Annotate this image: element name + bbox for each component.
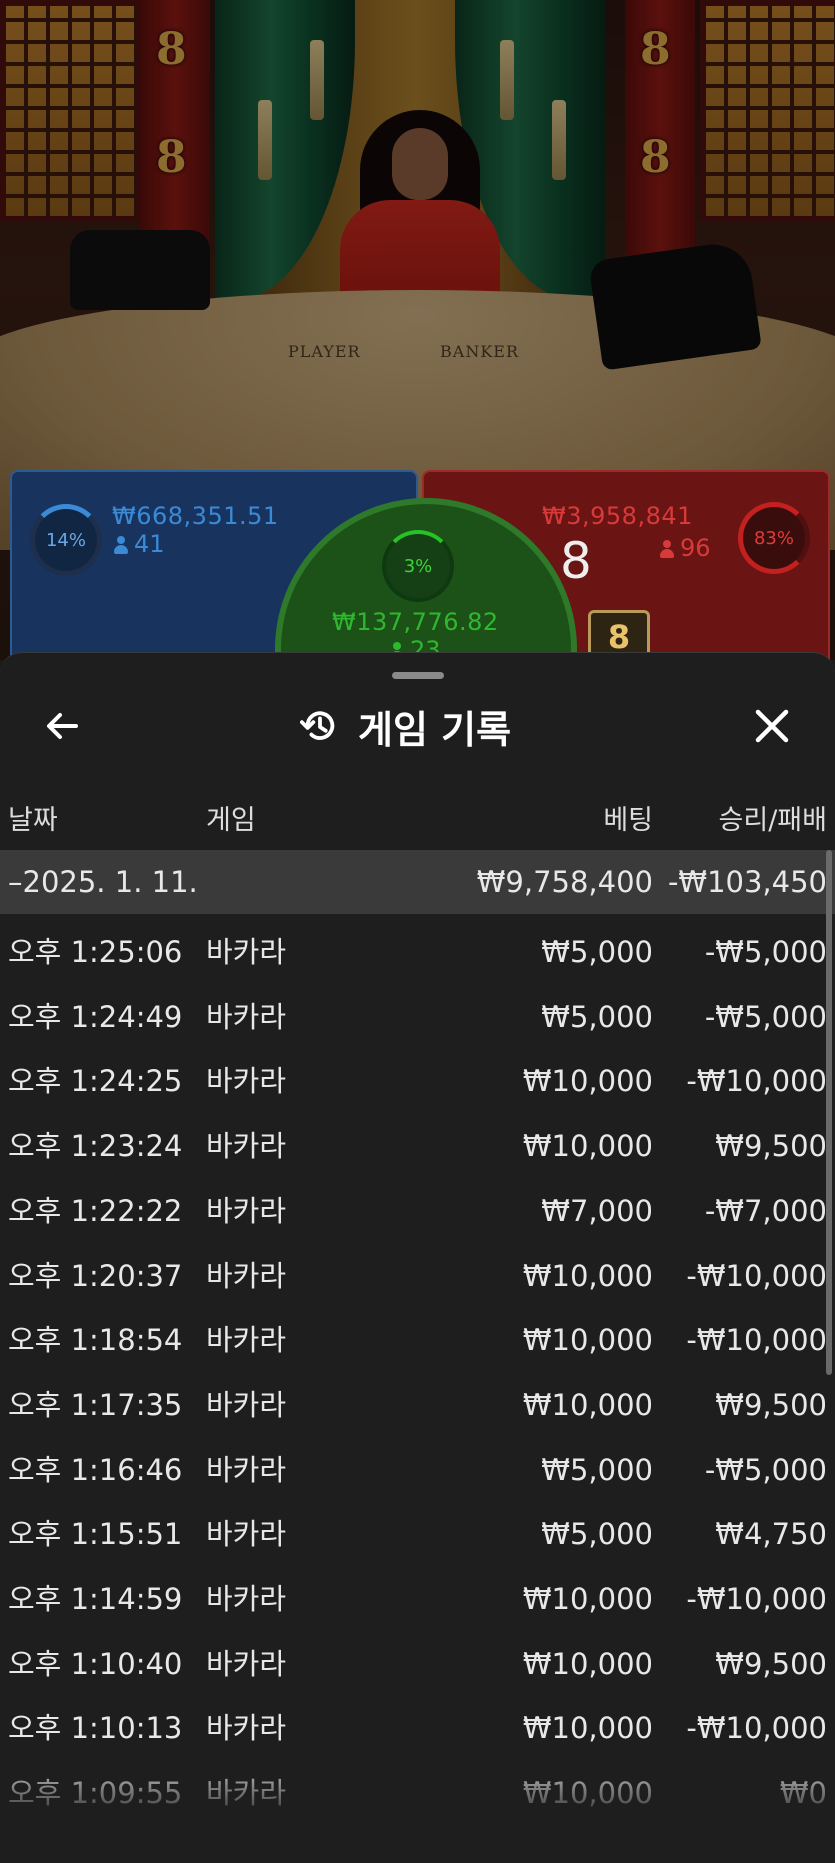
close-icon	[755, 709, 789, 743]
player-bet-amount: ₩668,351.51	[112, 502, 279, 530]
row-game: 바카라	[206, 1582, 287, 1616]
table-row[interactable]: 오후 1:10:13 바카라 ₩10,000 -₩10,000	[0, 1696, 835, 1760]
sheet-header: 게임 기록	[300, 698, 511, 754]
row-game: 바카라	[206, 1323, 287, 1358]
banker-count-value: 96	[680, 534, 711, 562]
table-row[interactable]: 오후 1:10:40 바카라 ₩10,000 ₩9,500	[0, 1632, 835, 1696]
table-row[interactable]: 오후 1:22:22 바카라 ₩7,000 -₩7,000	[0, 1179, 835, 1243]
row-result: ₩4,750	[715, 1517, 827, 1552]
row-result: -₩5,000	[704, 935, 827, 969]
table-row[interactable]: 오후 1:14:59 바카라 ₩10,000 -₩10,000	[0, 1567, 835, 1631]
row-time: 오후 1:25:06	[8, 935, 183, 969]
table-row[interactable]: 오후 1:16:46 바카라 ₩5,000 -₩5,000	[0, 1438, 835, 1502]
row-result: -₩10,000	[686, 1323, 827, 1358]
row-bet: ₩10,000	[522, 1646, 653, 1681]
row-time: 오후 1:15:51	[8, 1517, 183, 1552]
row-bet: ₩7,000	[541, 1193, 653, 1228]
row-time: 오후 1:23:24	[8, 1129, 183, 1164]
row-time: 오후 1:10:13	[8, 1711, 183, 1746]
row-bet: ₩10,000	[522, 1582, 653, 1616]
row-result: -₩10,000	[686, 1258, 827, 1293]
row-result: -₩7,000	[704, 1193, 827, 1228]
row-time: 오후 1:18:54	[8, 1323, 183, 1358]
row-bet: ₩10,000	[522, 1711, 653, 1746]
close-button[interactable]	[742, 696, 802, 756]
scrollbar[interactable]	[826, 850, 832, 1375]
row-game: 바카라	[206, 1452, 287, 1487]
arrow-left-icon	[47, 713, 78, 739]
row-game: 바카라	[206, 1387, 287, 1422]
history-icon	[300, 711, 335, 740]
tie-percent-ring: 3%	[382, 530, 454, 602]
player-count-value: 41	[134, 530, 165, 558]
row-game: 바카라	[206, 1129, 287, 1164]
table-row[interactable]: 오후 1:15:51 바카라 ₩5,000 ₩4,750	[0, 1502, 835, 1566]
row-time: 오후 1:16:46	[8, 1452, 183, 1487]
table-row[interactable]: 오후 1:25:06 바카라 ₩5,000 -₩5,000	[0, 920, 835, 984]
table-row[interactable]: 오후 1:20:37 바카라 ₩10,000 -₩10,000	[0, 1244, 835, 1308]
row-game: 바카라	[206, 1517, 287, 1552]
sheet-title: 게임 기록	[358, 707, 512, 752]
person-icon	[660, 540, 674, 558]
date-summary-row[interactable]: –2025. 1. 11. ₩9,758,400 -₩103,450	[0, 850, 835, 914]
person-icon	[114, 536, 128, 554]
row-result: -₩5,000	[704, 1452, 827, 1487]
table-row[interactable]: 오후 1:18:54 바카라 ₩10,000 -₩10,000	[0, 1308, 835, 1372]
row-bet: ₩10,000	[522, 1129, 653, 1164]
banker-score: 8	[560, 532, 592, 590]
row-game: 바카라	[206, 1646, 287, 1681]
banker-bet-amount: ₩3,958,841	[542, 502, 693, 530]
row-time: 오후 1:17:35	[8, 1387, 183, 1422]
row-bet: ₩5,000	[541, 935, 653, 969]
summary-date: –2025. 1. 11.	[8, 865, 198, 899]
row-game: 바카라	[206, 1711, 287, 1746]
banker-percent-ring: 83%	[738, 502, 810, 574]
column-header-bet: 베팅	[603, 805, 653, 836]
summary-bet-total: ₩9,758,400	[476, 865, 653, 899]
row-bet: ₩5,000	[541, 999, 653, 1034]
row-time: 오후 1:22:22	[8, 1193, 183, 1228]
column-header-date: 날짜	[8, 805, 58, 836]
row-bet: ₩5,000	[541, 1452, 653, 1487]
row-time: 오후 1:14:59	[8, 1582, 183, 1616]
player-count: 41	[114, 530, 165, 558]
list-fade-overlay	[0, 1752, 835, 1862]
row-bet: ₩10,000	[522, 1064, 653, 1099]
summary-result-total: -₩103,450	[667, 865, 827, 899]
row-result: -₩10,000	[686, 1582, 827, 1616]
table-row[interactable]: 오후 1:23:24 바카라 ₩10,000 ₩9,500	[0, 1114, 835, 1178]
player-percent-ring: 14%	[30, 504, 102, 576]
row-game: 바카라	[206, 1064, 287, 1099]
row-game: 바카라	[206, 1193, 287, 1228]
banker-count: 96	[660, 534, 711, 562]
row-result: ₩9,500	[715, 1129, 827, 1164]
row-result: -₩5,000	[704, 999, 827, 1034]
row-result: -₩10,000	[686, 1064, 827, 1099]
row-bet: ₩10,000	[522, 1387, 653, 1422]
row-time: 오후 1:20:37	[8, 1258, 183, 1293]
table-row[interactable]: 오후 1:24:49 바카라 ₩5,000 -₩5,000	[0, 985, 835, 1049]
row-bet: ₩5,000	[541, 1517, 653, 1552]
row-time: 오후 1:24:25	[8, 1064, 183, 1099]
tie-bet-amount: ₩137,776.82	[332, 608, 499, 636]
table-row[interactable]: 오후 1:17:35 바카라 ₩10,000 ₩9,500	[0, 1373, 835, 1437]
row-bet: ₩10,000	[522, 1323, 653, 1358]
column-header-result: 승리/패배	[718, 805, 827, 836]
row-bet: ₩10,000	[522, 1258, 653, 1293]
row-game: 바카라	[206, 1258, 287, 1293]
row-time: 오후 1:24:49	[8, 999, 183, 1034]
sheet-drag-handle[interactable]	[392, 672, 444, 679]
row-game: 바카라	[206, 999, 287, 1034]
row-result: ₩9,500	[715, 1646, 827, 1681]
row-time: 오후 1:10:40	[8, 1646, 183, 1681]
back-button[interactable]	[32, 696, 92, 756]
row-game: 바카라	[206, 935, 287, 969]
table-row[interactable]: 오후 1:24:25 바카라 ₩10,000 -₩10,000	[0, 1049, 835, 1113]
row-result: ₩9,500	[715, 1387, 827, 1422]
row-result: -₩10,000	[686, 1711, 827, 1746]
column-header-game: 게임	[206, 805, 256, 836]
